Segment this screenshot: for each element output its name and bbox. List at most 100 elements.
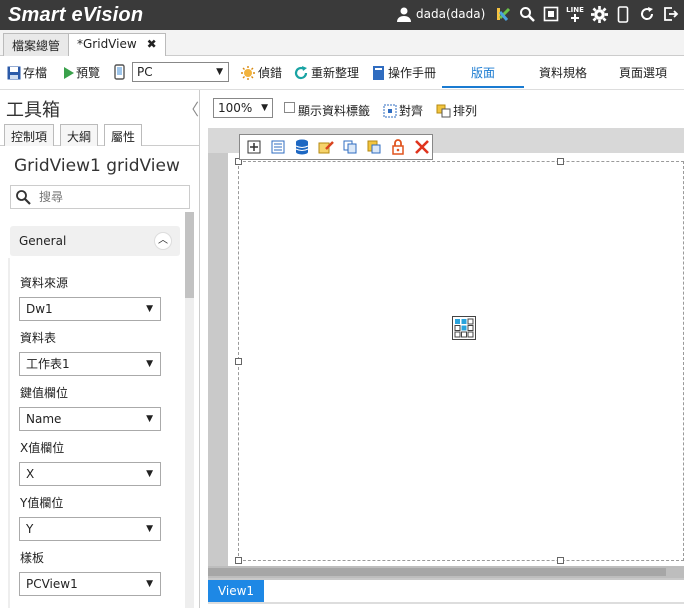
bug-icon — [241, 65, 255, 80]
gear-icon[interactable] — [590, 4, 608, 24]
user-icon — [397, 7, 411, 22]
tab-properties[interactable]: 屬性 — [104, 124, 143, 146]
toolbox-panel: 工具箱 〈 控制項 大綱 屬性 GridView1 gridView Gener… — [0, 90, 200, 608]
copy-icon[interactable] — [340, 137, 361, 157]
tab-gridview[interactable]: *GridView ✖ — [68, 33, 166, 56]
save-button[interactable]: 存檔 — [7, 64, 47, 81]
chevron-down-icon: ▼ — [146, 524, 153, 534]
prop-label-datasource: 資料來源 — [20, 276, 69, 290]
tab-view1[interactable]: View1 — [208, 580, 264, 602]
template-value: PCView1 — [26, 577, 78, 591]
line-text: LINE — [566, 6, 584, 14]
x-field-value: X — [26, 467, 35, 481]
horizontal-scrollbar-thumb[interactable] — [208, 568, 666, 576]
refresh-icon[interactable] — [638, 4, 656, 24]
fullscreen-icon[interactable] — [542, 4, 560, 24]
app-brand: Smart eVision — [8, 4, 144, 26]
debug-label: 偵錯 — [258, 66, 283, 80]
search-input[interactable] — [39, 188, 184, 206]
scrollbar[interactable] — [185, 212, 194, 608]
chevron-down-icon: ▼ — [146, 304, 153, 314]
group-general[interactable]: General ︿ — [10, 226, 180, 256]
bottom-divider — [208, 602, 684, 604]
y-field-select[interactable]: Y ▼ — [19, 517, 161, 541]
mobile-icon[interactable] — [614, 4, 632, 24]
edit-icon[interactable] — [316, 137, 337, 157]
chart-icon[interactable] — [494, 4, 512, 24]
manual-button[interactable]: 操作手冊 — [372, 64, 436, 81]
tab-gridview-label: *GridView — [77, 37, 137, 51]
device-select[interactable]: PC ▼ — [132, 62, 229, 82]
search-box — [10, 185, 190, 209]
component-toolbar — [239, 134, 433, 160]
tab-explorer[interactable]: 檔案總管 — [3, 33, 70, 56]
move-icon[interactable] — [244, 137, 265, 157]
key-field-value: Name — [26, 412, 62, 426]
chevron-down-icon: ▼ — [146, 579, 153, 589]
template-select[interactable]: PCView1 ▼ — [19, 572, 161, 596]
chevron-down-icon: ▼ — [146, 414, 153, 424]
user-menu[interactable]: dada(dada) — [396, 6, 485, 22]
document-tabs: 檔案總管 *GridView ✖ — [0, 30, 684, 56]
datasource-value: Dw1 — [26, 302, 53, 316]
zoom-select[interactable]: 100% ▼ — [213, 98, 273, 118]
toolbox-title: 工具箱 — [6, 100, 60, 121]
tab-layout[interactable]: 版面 — [442, 64, 524, 81]
paste-icon[interactable] — [363, 137, 384, 157]
top-header: Smart eVision dada(dada) LINE — [0, 0, 684, 30]
tab-page-options[interactable]: 頁面選項 — [602, 64, 684, 81]
align-icon — [383, 104, 397, 117]
save-icon — [7, 66, 21, 79]
show-labels-checkbox[interactable] — [284, 102, 295, 113]
tab-controls[interactable]: 控制項 — [4, 124, 55, 146]
search-icon[interactable] — [518, 4, 536, 24]
datasource-select[interactable]: Dw1 ▼ — [19, 297, 161, 321]
tab-outline[interactable]: 大綱 — [60, 124, 99, 146]
active-tab-indicator — [442, 86, 524, 88]
component-title: GridView1 gridView — [14, 156, 180, 176]
chevron-down-icon: ▼ — [216, 67, 223, 77]
key-field-select[interactable]: Name ▼ — [19, 407, 161, 431]
table-select[interactable]: 工作表1 ▼ — [19, 352, 161, 376]
main-toolbar: 存檔 預覽 PC ▼ 偵錯 重新整理 操作手冊 版面 資料規格 頁面選項 — [0, 56, 684, 90]
gridview-selection[interactable] — [238, 161, 684, 561]
reorganize-button[interactable]: 重新整理 — [293, 64, 359, 81]
resize-handle-sw[interactable] — [235, 557, 242, 564]
header-icons: LINE — [494, 4, 680, 24]
list-icon[interactable] — [268, 137, 289, 157]
line-icon[interactable]: LINE — [566, 4, 584, 24]
resize-handle-s[interactable] — [557, 557, 564, 564]
prop-label-key-field: 鍵值欄位 — [20, 386, 69, 400]
arrange-label: 排列 — [453, 104, 478, 118]
device-icon — [114, 64, 125, 80]
scrollbar-thumb[interactable] — [185, 212, 194, 298]
group-general-label: General — [19, 234, 67, 248]
arrange-button[interactable]: 排列 — [436, 102, 477, 119]
collapse-icon[interactable]: 〈 — [183, 96, 199, 120]
align-button[interactable]: 對齊 — [383, 102, 423, 119]
zoom-value: 100% — [218, 101, 253, 115]
close-icon[interactable]: ✖ — [147, 37, 157, 51]
horizontal-scrollbar[interactable] — [208, 566, 684, 578]
lock-icon[interactable] — [387, 137, 408, 157]
design-toolbar: 100% ▼ 顯示資料標籤 對齊 排列 — [208, 96, 684, 122]
refresh-icon — [294, 65, 308, 79]
show-labels-label: 顯示資料標籤 — [298, 104, 371, 118]
save-label: 存檔 — [23, 66, 48, 80]
chevron-down-icon: ▼ — [146, 469, 153, 479]
resize-handle-w[interactable] — [235, 358, 242, 365]
database-icon[interactable] — [292, 137, 313, 157]
preview-button[interactable]: 預覽 — [64, 64, 100, 81]
preview-label: 預覽 — [76, 66, 101, 80]
tab-data-spec[interactable]: 資料規格 — [522, 64, 604, 81]
user-name: dada(dada) — [416, 7, 486, 21]
resize-handle-n[interactable] — [557, 158, 564, 165]
x-field-select[interactable]: X ▼ — [19, 462, 161, 486]
prop-label-y-field: Y值欄位 — [20, 496, 64, 510]
chevron-up-icon[interactable]: ︿ — [154, 232, 172, 250]
y-field-value: Y — [26, 522, 34, 536]
logout-icon[interactable] — [662, 4, 680, 24]
delete-icon[interactable] — [411, 137, 432, 157]
debug-button[interactable]: 偵錯 — [240, 64, 282, 81]
align-label: 對齊 — [399, 104, 424, 118]
